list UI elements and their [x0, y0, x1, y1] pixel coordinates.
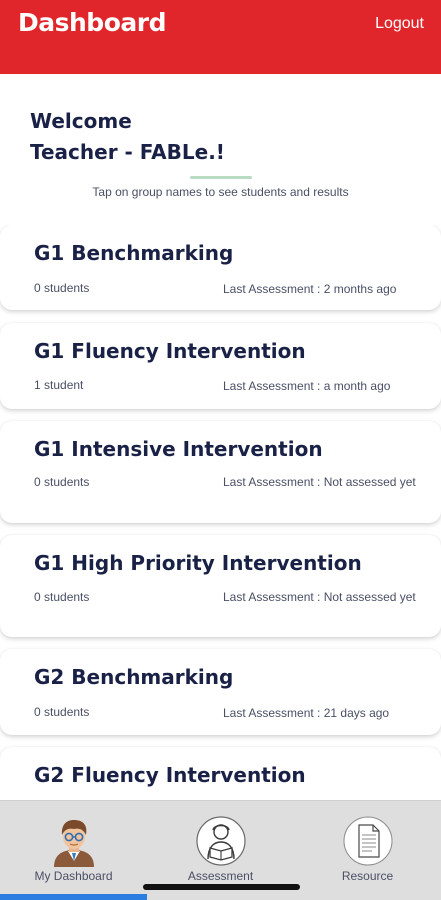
group-last-assessment: Last Assessment : 21 days ago — [223, 706, 390, 720]
group-last-assessment: Last Assessment : a month ago — [223, 379, 391, 393]
active-tab-indicator — [0, 894, 147, 900]
group-student-count: 0 students — [34, 590, 90, 604]
group-card-g2-benchmarking[interactable]: G2 Benchmarking 0 students Last Assessme… — [0, 649, 441, 735]
group-card-g1-intensive-intervention[interactable]: G1 Intensive Intervention 0 students Las… — [0, 421, 441, 523]
welcome-heading: Welcome Teacher - FABLe.! — [30, 106, 225, 168]
tab-label: Assessment — [187, 869, 254, 883]
home-indicator — [143, 884, 300, 890]
app-header: Dashboard Logout — [0, 0, 441, 74]
group-name: G2 Fluency Intervention — [34, 763, 306, 787]
welcome-line-1: Welcome — [30, 109, 132, 133]
group-last-assessment: Last Assessment : Not assessed yet — [223, 475, 416, 489]
group-name: G2 Benchmarking — [34, 665, 234, 689]
hint-text: Tap on group names to see students and r… — [92, 185, 349, 199]
tab-my-dashboard[interactable]: My Dashboard — [0, 801, 147, 900]
group-student-count: 0 students — [34, 475, 90, 489]
group-name: G1 Fluency Intervention — [34, 339, 306, 363]
welcome-underline — [190, 176, 252, 179]
teacher-avatar-icon — [54, 820, 94, 867]
group-student-count: 0 students — [34, 705, 90, 719]
group-last-assessment: Last Assessment : 2 months ago — [223, 282, 397, 296]
group-last-assessment: Last Assessment : Not assessed yet — [223, 590, 416, 604]
group-name: G1 High Priority Intervention — [34, 551, 362, 575]
logout-button[interactable]: Logout — [375, 15, 424, 33]
group-name: G1 Benchmarking — [34, 241, 234, 265]
tab-label: My Dashboard — [34, 869, 113, 883]
group-card-g1-fluency-intervention[interactable]: G1 Fluency Intervention 1 student Last A… — [0, 323, 441, 409]
group-list[interactable]: G1 Benchmarking 0 students Last Assessme… — [0, 225, 441, 800]
group-card-g1-benchmarking[interactable]: G1 Benchmarking 0 students Last Assessme… — [0, 225, 441, 310]
document-icon — [343, 816, 393, 866]
group-card-g2-fluency-intervention[interactable]: G2 Fluency Intervention — [0, 747, 441, 800]
tab-label: Resource — [341, 869, 394, 883]
reader-icon — [196, 816, 246, 866]
group-name: G1 Intensive Intervention — [34, 437, 323, 461]
group-student-count: 1 student — [34, 378, 84, 392]
group-card-g1-high-priority-intervention[interactable]: G1 High Priority Intervention 0 students… — [0, 535, 441, 637]
group-student-count: 0 students — [34, 281, 90, 295]
page-title: Dashboard — [18, 8, 166, 37]
tab-resource[interactable]: Resource — [294, 801, 441, 900]
welcome-line-2: Teacher - FABLe.! — [30, 140, 225, 164]
